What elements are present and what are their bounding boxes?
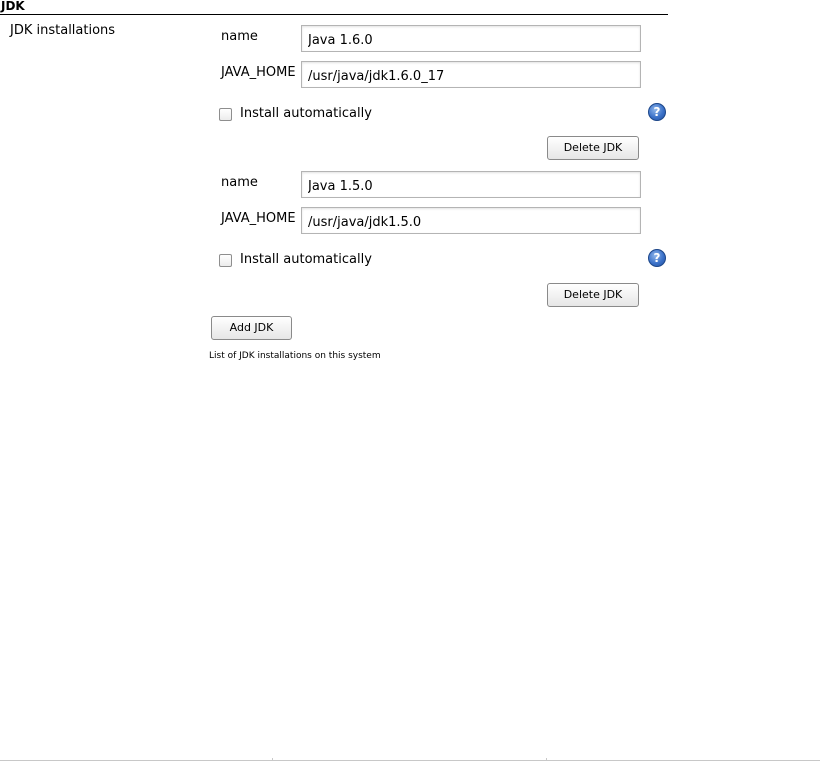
name-label: name <box>221 175 258 190</box>
name-input[interactable] <box>301 25 641 52</box>
help-icon[interactable]: ? <box>648 249 666 267</box>
name-input[interactable] <box>301 171 641 198</box>
java-home-input[interactable] <box>301 207 641 234</box>
footer-divider-tick <box>546 758 547 761</box>
name-label: name <box>221 29 258 44</box>
section-label: JDK installations <box>10 23 116 38</box>
jdk-config-page: JDK JDK installations name JAVA_HOME Ins… <box>0 0 820 762</box>
install-automatically-label[interactable]: Install automatically <box>240 106 372 121</box>
install-automatically-checkbox[interactable] <box>219 108 232 121</box>
section-title: JDK <box>0 0 668 15</box>
help-icon[interactable]: ? <box>648 103 666 121</box>
description-text: List of JDK installations on this system <box>209 351 381 361</box>
install-automatically-label[interactable]: Install automatically <box>240 252 372 267</box>
add-jdk-button[interactable]: Add JDK <box>211 316 292 340</box>
java-home-label: JAVA_HOME <box>221 65 296 80</box>
java-home-input[interactable] <box>301 61 641 88</box>
footer-divider-tick <box>272 758 273 761</box>
java-home-label: JAVA_HOME <box>221 211 296 226</box>
delete-jdk-button[interactable]: Delete JDK <box>547 136 639 160</box>
install-automatically-checkbox[interactable] <box>219 254 232 267</box>
footer-divider <box>0 760 820 761</box>
delete-jdk-button[interactable]: Delete JDK <box>547 283 639 307</box>
